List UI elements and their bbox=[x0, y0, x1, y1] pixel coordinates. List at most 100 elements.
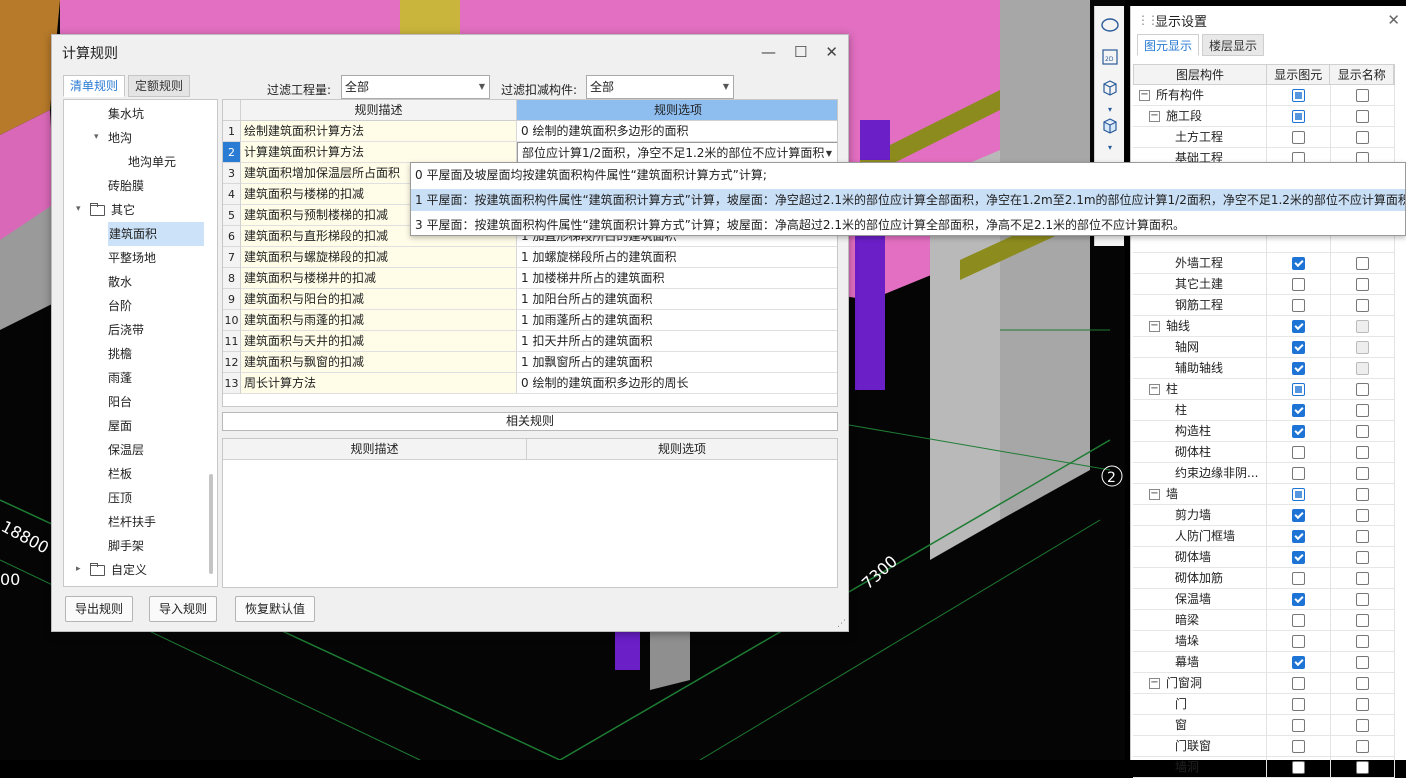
show-name-checkbox[interactable] bbox=[1356, 131, 1369, 144]
show-name-checkbox[interactable] bbox=[1356, 656, 1369, 669]
rule-row[interactable]: 8 建筑面积与楼梯井的扣减 1 加楼梯井所占的建筑面积 bbox=[223, 268, 837, 289]
related-rules-bar[interactable]: 相关规则 bbox=[222, 412, 838, 431]
layer-row[interactable]: 柱 bbox=[1133, 400, 1395, 421]
show-name-checkbox[interactable] bbox=[1356, 89, 1369, 102]
layer-row[interactable]: − 轴线 bbox=[1133, 316, 1395, 337]
tab-quota-rules[interactable]: 定额规则 bbox=[128, 75, 191, 97]
layer-row[interactable]: 构造柱 bbox=[1133, 421, 1395, 442]
show-element-checkbox[interactable] bbox=[1292, 614, 1305, 627]
layer-row[interactable]: − 柱 bbox=[1133, 379, 1395, 400]
show-element-checkbox[interactable] bbox=[1292, 698, 1305, 711]
show-element-checkbox[interactable] bbox=[1292, 677, 1305, 690]
show-name-checkbox[interactable] bbox=[1356, 614, 1369, 627]
show-element-checkbox[interactable] bbox=[1292, 89, 1305, 102]
show-name-checkbox[interactable] bbox=[1356, 425, 1369, 438]
rule-row[interactable]: 10 建筑面积与雨蓬的扣减 1 加雨蓬所占的建筑面积 bbox=[223, 310, 837, 331]
show-element-checkbox[interactable] bbox=[1292, 299, 1305, 312]
tab-bill-rules[interactable]: 清单规则 bbox=[63, 75, 126, 97]
show-name-checkbox[interactable] bbox=[1356, 530, 1369, 543]
rule-row[interactable]: 9 建筑面积与阳台的扣减 1 加阳台所占的建筑面积 bbox=[223, 289, 837, 310]
show-name-checkbox[interactable] bbox=[1356, 593, 1369, 606]
chevron-down-icon[interactable]: ▾ bbox=[94, 132, 99, 142]
tree-item[interactable]: 后浇带 bbox=[108, 318, 144, 342]
layer-row[interactable]: 砌体墙 bbox=[1133, 547, 1395, 568]
show-element-checkbox[interactable] bbox=[1292, 635, 1305, 648]
layer-row[interactable]: 约束边缘非阴... bbox=[1133, 463, 1395, 484]
chevron-right-icon[interactable]: ▸ bbox=[76, 564, 81, 574]
show-name-checkbox[interactable] bbox=[1356, 446, 1369, 459]
layer-row[interactable]: 保温墙 bbox=[1133, 589, 1395, 610]
rule-option[interactable]: 0 绘制的建筑面积多边形的周长 bbox=[517, 373, 837, 394]
show-element-checkbox[interactable] bbox=[1292, 320, 1305, 333]
layer-row[interactable]: 墙洞 bbox=[1133, 757, 1395, 778]
show-element-checkbox[interactable] bbox=[1292, 740, 1305, 753]
show-element-checkbox[interactable] bbox=[1292, 110, 1305, 123]
rule-option[interactable]: 1 加螺旋梯段所占的建筑面积 bbox=[517, 247, 837, 268]
layer-row[interactable]: 外墙工程 bbox=[1133, 253, 1395, 274]
show-name-checkbox[interactable] bbox=[1356, 719, 1369, 732]
show-element-checkbox[interactable] bbox=[1292, 341, 1305, 354]
show-name-checkbox[interactable] bbox=[1356, 740, 1369, 753]
dropdown-option[interactable]: 0 平屋面及坡屋面均按建筑面积构件属性“建筑面积计算方式”计算; bbox=[411, 164, 1405, 186]
rule-option[interactable]: 1 加雨蓬所占的建筑面积 bbox=[517, 310, 837, 331]
rule-option[interactable]: 0 绘制的建筑面积多边形的面积 bbox=[517, 121, 837, 142]
rule-option-select[interactable]: 部位应计算1/2面积，净空不足1.2米的部位不应计算面积 ▼ bbox=[517, 142, 837, 163]
tree-item[interactable]: 阳台 bbox=[108, 390, 132, 414]
tab-element-display[interactable]: 图元显示 bbox=[1137, 34, 1200, 56]
chevron-down-icon[interactable]: ▾ bbox=[76, 204, 81, 214]
show-element-checkbox[interactable] bbox=[1292, 509, 1305, 522]
rule-row[interactable]: 2 计算建筑面积计算方法 部位应计算1/2面积，净空不足1.2米的部位不应计算面积 ▼ bbox=[223, 142, 837, 163]
show-element-checkbox[interactable] bbox=[1292, 425, 1305, 438]
show-element-checkbox[interactable] bbox=[1292, 467, 1305, 480]
show-element-checkbox[interactable] bbox=[1292, 257, 1305, 270]
show-name-checkbox[interactable] bbox=[1356, 320, 1369, 333]
tree-item[interactable]: 地沟 bbox=[108, 126, 132, 150]
rule-row[interactable]: 13 周长计算方法 0 绘制的建筑面积多边形的周长 bbox=[223, 373, 837, 394]
filter-quantity-select[interactable]: 全部 ▼ bbox=[341, 75, 490, 99]
tree-item[interactable]: 保温层 bbox=[108, 438, 144, 462]
show-element-checkbox[interactable] bbox=[1292, 761, 1305, 774]
tab-floor-display[interactable]: 楼层显示 bbox=[1202, 34, 1265, 56]
tree-item[interactable]: 屋面 bbox=[108, 414, 132, 438]
collapse-icon[interactable]: − bbox=[1149, 489, 1160, 500]
show-element-checkbox[interactable] bbox=[1292, 719, 1305, 732]
rule-option[interactable]: 1 加楼梯井所占的建筑面积 bbox=[517, 268, 837, 289]
import-rules-button[interactable]: 导入规则 bbox=[149, 596, 218, 622]
dropdown-option[interactable]: 1 平屋面：按建筑面积构件属性“建筑面积计算方式”计算，坡屋面：净空超过2.1米… bbox=[411, 189, 1405, 211]
rule-row[interactable]: 12 建筑面积与飘窗的扣减 1 加飘窗所占的建筑面积 bbox=[223, 352, 837, 373]
tree-item[interactable]: 栏板 bbox=[108, 462, 132, 486]
tree-item[interactable]: 台阶 bbox=[108, 294, 132, 318]
rule-row[interactable]: 1 绘制建筑面积计算方法 0 绘制的建筑面积多边形的面积 bbox=[223, 121, 837, 142]
show-name-checkbox[interactable] bbox=[1356, 383, 1369, 396]
rule-option[interactable]: 1 扣天井所占的建筑面积 bbox=[517, 331, 837, 352]
tree-item[interactable]: 集水坑 bbox=[108, 102, 144, 126]
layer-row[interactable]: 暗梁 bbox=[1133, 610, 1395, 631]
show-element-checkbox[interactable] bbox=[1292, 383, 1305, 396]
show-name-checkbox[interactable] bbox=[1356, 635, 1369, 648]
close-icon[interactable]: ✕ bbox=[1387, 11, 1400, 29]
show-element-checkbox[interactable] bbox=[1292, 488, 1305, 501]
show-name-checkbox[interactable] bbox=[1356, 467, 1369, 480]
show-name-checkbox[interactable] bbox=[1356, 509, 1369, 522]
show-name-checkbox[interactable] bbox=[1356, 362, 1369, 375]
layer-row[interactable]: 剪力墙 bbox=[1133, 505, 1395, 526]
show-name-checkbox[interactable] bbox=[1356, 110, 1369, 123]
tree-item[interactable]: 地沟单元 bbox=[128, 150, 176, 174]
layer-row[interactable]: 砌体加筋 bbox=[1133, 568, 1395, 589]
rule-option[interactable]: 1 加阳台所占的建筑面积 bbox=[517, 289, 837, 310]
export-rules-button[interactable]: 导出规则 bbox=[65, 596, 134, 622]
maximize-icon[interactable]: ☐ bbox=[794, 43, 807, 61]
minimize-icon[interactable]: — bbox=[761, 43, 776, 61]
rule-option[interactable]: 1 加飘窗所占的建筑面积 bbox=[517, 352, 837, 373]
tree-item[interactable]: 散水 bbox=[108, 270, 132, 294]
show-name-checkbox[interactable] bbox=[1356, 278, 1369, 291]
filter-deduct-select[interactable]: 全部 ▼ bbox=[586, 75, 734, 99]
tree-item[interactable]: 压顶 bbox=[108, 486, 132, 510]
show-name-checkbox[interactable] bbox=[1356, 341, 1369, 354]
rotate-view-icon[interactable] bbox=[1098, 14, 1122, 36]
show-name-checkbox[interactable] bbox=[1356, 677, 1369, 690]
close-icon[interactable]: ✕ bbox=[825, 43, 838, 61]
layer-row[interactable]: 土方工程 bbox=[1133, 127, 1395, 148]
layer-row[interactable]: − 墙 bbox=[1133, 484, 1395, 505]
layer-row[interactable]: 砌体柱 bbox=[1133, 442, 1395, 463]
